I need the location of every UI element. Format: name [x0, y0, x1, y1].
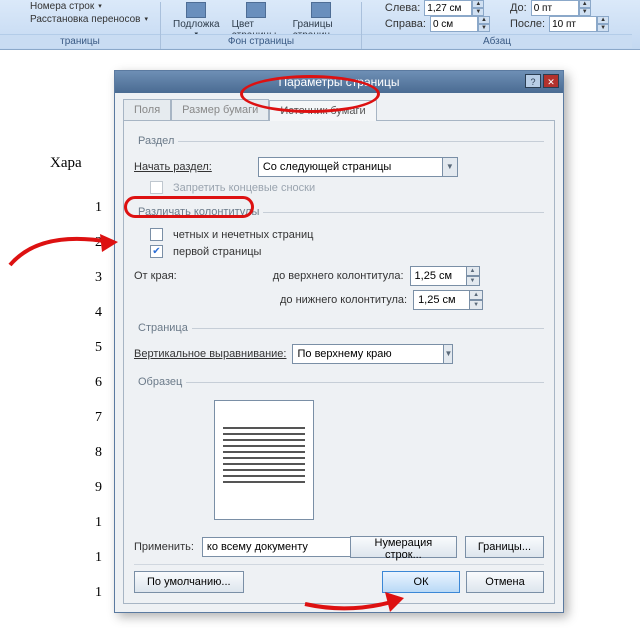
line-numbers-button[interactable]: Номера строк ▾	[12, 0, 102, 12]
document-list-number: 8	[95, 445, 102, 461]
preview-thumbnail	[214, 400, 314, 520]
hyphenation-icon	[12, 13, 26, 25]
header-distance-input[interactable]: ▲▼	[410, 266, 480, 286]
header-distance-label: до верхнего колонтитула:	[273, 270, 404, 282]
default-button[interactable]: По умолчанию...	[134, 571, 244, 593]
page-group: Страница Вертикальное выравнивание: ▼	[134, 322, 544, 368]
suppress-endnotes-label: Запретить концевые сноски	[173, 182, 315, 194]
document-list-number: 4	[95, 305, 102, 321]
document-list-number: 1	[95, 515, 102, 531]
suppress-endnotes-checkbox	[150, 181, 163, 194]
indent-left-input[interactable]: ▲▼	[424, 0, 484, 16]
vertical-align-label: Вертикальное выравнивание:	[134, 348, 286, 360]
vertical-align-combo[interactable]: ▼	[292, 344, 452, 364]
document-list-number: 6	[95, 375, 102, 391]
document-list-number: 1	[95, 550, 102, 566]
page-setup-dialog: Параметры страницы ? ✕ Поля Размер бумаг…	[114, 70, 564, 613]
hyphenation-button[interactable]: Расстановка переносов ▾	[12, 13, 148, 25]
line-numbers-button[interactable]: Нумерация строк...	[350, 536, 457, 558]
ribbon: Номера строк ▾ Расстановка переносов ▾ т…	[0, 0, 640, 50]
annotation-arrow-checkbox	[0, 220, 130, 280]
group-label-page-background: Фон страницы	[161, 34, 361, 48]
ribbon-group-page-background: Подложка▾ Цвет страницы▾ Границы страниц…	[161, 2, 361, 49]
section-start-combo[interactable]: ▼	[258, 157, 458, 177]
footer-distance-input[interactable]: ▲▼	[413, 290, 483, 310]
page-color-icon	[246, 2, 266, 18]
group-label-paragraph: Абзац	[362, 34, 632, 48]
indent-right-input[interactable]: ▲▼	[430, 16, 490, 32]
tab-paper-source[interactable]: Источник бумаги	[269, 100, 376, 121]
diff-odd-even-label: четных и нечетных страниц	[173, 229, 313, 241]
document-list-number: 5	[95, 340, 102, 356]
document-list-number: 9	[95, 480, 102, 496]
chevron-down-icon[interactable]: ▼	[442, 157, 458, 177]
spacing-after-input[interactable]: ▲▼	[549, 16, 609, 32]
apply-to-label: Применить:	[134, 541, 194, 553]
ribbon-group-page-setup: Номера строк ▾ Расстановка переносов ▾ т…	[0, 2, 160, 49]
document-text: Хара	[50, 155, 82, 172]
preview-group: Образец	[134, 376, 544, 526]
document-list-number: 7	[95, 410, 102, 426]
headers-footers-group: Различать колонтитулы четных и нечетных …	[134, 206, 544, 314]
section-group: Раздел Начать раздел: ▼ Запретить концев…	[134, 135, 544, 198]
indent-left-label: Слева:	[385, 2, 420, 14]
close-button[interactable]: ✕	[543, 74, 559, 88]
spacing-before-label: До:	[510, 2, 527, 14]
spacing-before-input[interactable]: ▲▼	[531, 0, 591, 16]
chevron-down-icon[interactable]: ▼	[443, 344, 453, 364]
from-edge-label: От края:	[134, 270, 177, 282]
help-button[interactable]: ?	[525, 74, 541, 88]
footer-distance-label: до нижнего колонтитула:	[280, 294, 407, 306]
ok-button[interactable]: ОК	[382, 571, 460, 593]
ribbon-group-paragraph: Слева: ▲▼ Справа: ▲▼ До: ▲▼ После: ▲▼ Абзац	[362, 2, 632, 49]
dialog-titlebar[interactable]: Параметры страницы ? ✕	[115, 71, 563, 93]
dialog-panel: Раздел Начать раздел: ▼ Запретить концев…	[123, 120, 555, 604]
document-list-number: 3	[95, 270, 102, 286]
cancel-button[interactable]: Отмена	[466, 571, 544, 593]
diff-odd-even-checkbox[interactable]	[150, 228, 163, 241]
tab-margins[interactable]: Поля	[123, 99, 171, 120]
group-label-page-setup: траницы	[0, 34, 160, 48]
section-start-label: Начать раздел:	[134, 161, 212, 173]
document-list-number: 2	[95, 235, 102, 251]
diff-first-page-label: первой страницы	[173, 246, 261, 258]
page-borders-icon	[311, 2, 331, 18]
borders-button[interactable]: Границы...	[465, 536, 544, 558]
apply-to-combo[interactable]: ▼	[202, 537, 342, 557]
document-list-number: 1	[95, 200, 102, 216]
dialog-title: Параметры страницы	[279, 75, 400, 89]
spacing-after-label: После:	[510, 18, 545, 30]
diff-first-page-checkbox[interactable]	[150, 245, 163, 258]
dialog-tabs: Поля Размер бумаги Источник бумаги	[115, 93, 563, 120]
indent-right-label: Справа:	[385, 18, 426, 30]
document-list-number: 1	[95, 585, 102, 601]
line-numbers-icon	[12, 0, 26, 12]
tab-paper-size[interactable]: Размер бумаги	[171, 99, 269, 120]
watermark-icon	[186, 2, 206, 18]
